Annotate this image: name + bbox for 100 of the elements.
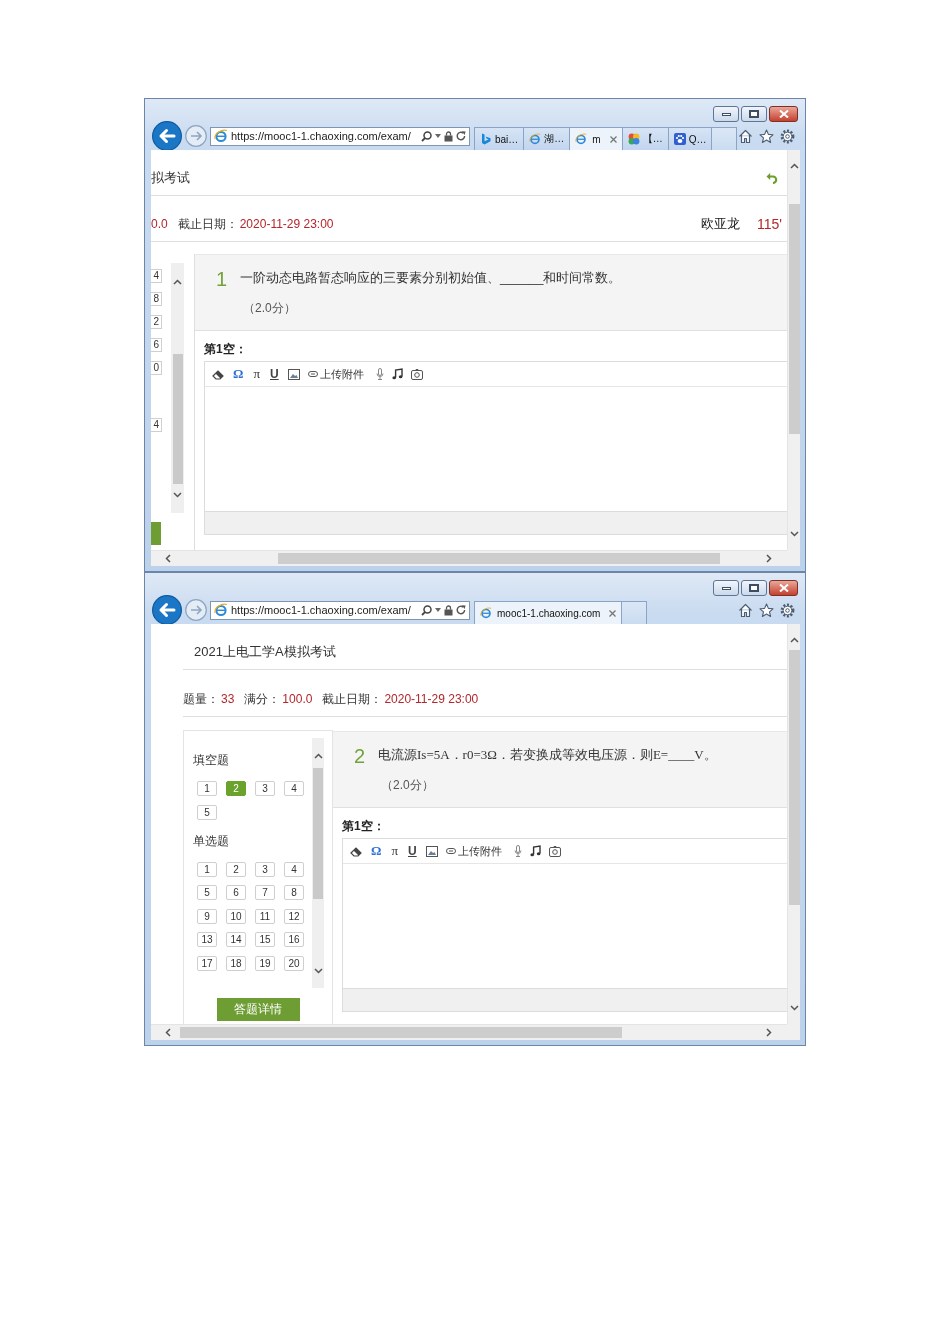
question-number-button[interactable]: 4 [284, 861, 304, 877]
upload-button[interactable]: 上传附件 [445, 843, 502, 859]
back-icon[interactable] [152, 595, 182, 625]
question-number-button[interactable]: 1 [197, 781, 217, 796]
question-number-button[interactable]: 4 [284, 781, 304, 796]
scrollbar-thumb[interactable] [172, 354, 183, 484]
maximize-button[interactable] [741, 580, 767, 596]
microphone-icon[interactable] [375, 368, 384, 380]
question-number-button[interactable]: 10 [226, 908, 246, 924]
close-icon[interactable] [609, 609, 617, 617]
question-number-button[interactable]: 14 [226, 932, 246, 947]
image-icon[interactable] [425, 845, 438, 857]
question-number-button[interactable]: 9 [197, 908, 217, 924]
settings-icon[interactable] [780, 128, 795, 144]
formula-button[interactable]: π [252, 367, 261, 381]
caret-icon[interactable] [435, 134, 441, 138]
chevron-down-icon[interactable] [173, 492, 182, 498]
panel-scrollbar[interactable] [171, 263, 184, 513]
chevron-right-icon[interactable] [766, 554, 772, 563]
star-icon[interactable] [759, 128, 774, 144]
browser-tab[interactable]: 【… [621, 127, 669, 150]
question-number-button[interactable]: 13 [197, 932, 217, 947]
microphone-icon[interactable] [513, 845, 522, 857]
question-number-button[interactable]: 5 [197, 885, 217, 900]
question-number-button[interactable]: 2 [151, 315, 162, 329]
camera-icon[interactable] [410, 368, 423, 380]
chevron-down-icon[interactable] [789, 1005, 799, 1011]
home-icon[interactable] [738, 128, 753, 144]
question-number-button[interactable]: 1 [197, 861, 217, 877]
address-field[interactable]: https://mooc1-1.chaoxing.com/exam/ [210, 126, 470, 146]
chevron-up-icon[interactable] [313, 753, 323, 759]
question-number-button[interactable]: 17 [197, 955, 217, 971]
vertical-scrollbar[interactable] [787, 624, 800, 1024]
chevron-left-icon[interactable] [165, 554, 171, 563]
chevron-down-icon[interactable] [313, 968, 323, 974]
settings-icon[interactable] [780, 602, 795, 618]
scrollbar-thumb[interactable] [313, 768, 323, 899]
maximize-button[interactable] [741, 106, 767, 122]
address-field[interactable]: https://mooc1-1.chaoxing.com/exam/ [210, 600, 470, 620]
camera-icon[interactable] [548, 845, 561, 857]
search-icon[interactable] [421, 604, 432, 616]
upload-button[interactable]: 上传附件 [307, 366, 364, 382]
question-number-button[interactable]: 8 [151, 292, 162, 306]
browser-tab[interactable]: Q… [667, 127, 713, 150]
home-icon[interactable] [738, 602, 753, 618]
minimize-button[interactable] [713, 580, 739, 596]
question-number-button[interactable]: 20 [284, 955, 304, 971]
question-number-button[interactable]: 7 [255, 885, 275, 900]
scrollbar-thumb[interactable] [788, 650, 800, 905]
question-number-button[interactable]: 19 [255, 955, 275, 971]
question-number-button[interactable]: 12 [284, 908, 304, 924]
browser-tab[interactable]: 湖… [523, 127, 571, 150]
vertical-scrollbar[interactable] [787, 150, 800, 550]
question-number-button[interactable]: 8 [284, 885, 304, 900]
scrollbar-thumb[interactable] [180, 1027, 622, 1038]
return-arrow-icon[interactable] [766, 172, 778, 184]
question-number-button[interactable]: 5 [197, 804, 217, 820]
close-button[interactable] [769, 580, 798, 596]
back-icon[interactable] [152, 121, 182, 151]
question-number-button[interactable]: 18 [226, 955, 246, 971]
chevron-up-icon[interactable] [789, 637, 799, 643]
question-number-button[interactable]: 4 [151, 418, 162, 432]
caret-icon[interactable] [435, 608, 441, 612]
star-icon[interactable] [759, 602, 774, 618]
chevron-right-icon[interactable] [766, 1028, 772, 1037]
image-icon[interactable] [287, 368, 300, 380]
question-number-button[interactable]: 4 [151, 269, 162, 283]
question-number-button[interactable]: 6 [226, 885, 246, 900]
browser-tab[interactable]: m [569, 127, 623, 150]
question-number-button[interactable]: 2 [226, 861, 246, 877]
scrollbar-thumb[interactable] [788, 204, 800, 434]
underline-button[interactable]: U [407, 844, 418, 858]
close-button[interactable] [769, 106, 798, 122]
special-character-button[interactable]: Ω [370, 844, 383, 858]
formula-button[interactable]: π [390, 844, 399, 858]
music-note-icon[interactable] [391, 368, 403, 380]
horizontal-scrollbar[interactable] [151, 550, 787, 566]
question-number-button[interactable]: 11 [255, 908, 275, 924]
horizontal-scrollbar[interactable] [151, 1024, 787, 1040]
question-number-button[interactable]: 3 [255, 781, 275, 796]
minimize-button[interactable] [713, 106, 739, 122]
refresh-icon[interactable] [456, 131, 466, 141]
eraser-icon[interactable] [212, 368, 224, 380]
chevron-up-icon[interactable] [789, 163, 799, 169]
special-character-button[interactable]: Ω [232, 367, 245, 381]
eraser-icon[interactable] [350, 845, 362, 857]
scrollbar-thumb[interactable] [278, 553, 720, 564]
underline-button[interactable]: U [269, 367, 280, 381]
chevron-down-icon[interactable] [789, 531, 799, 537]
music-note-icon[interactable] [529, 845, 541, 857]
question-number-button[interactable]: 0 [151, 361, 162, 375]
close-icon[interactable] [609, 135, 617, 143]
chevron-up-icon[interactable] [173, 279, 182, 285]
search-icon[interactable] [421, 130, 432, 142]
chevron-left-icon[interactable] [165, 1028, 171, 1037]
question-number-button[interactable]: 3 [255, 861, 275, 877]
panel-scrollbar[interactable] [312, 738, 324, 988]
refresh-icon[interactable] [456, 605, 466, 615]
question-number-button[interactable]: 6 [151, 338, 162, 352]
browser-tab[interactable]: bai… [474, 127, 525, 150]
